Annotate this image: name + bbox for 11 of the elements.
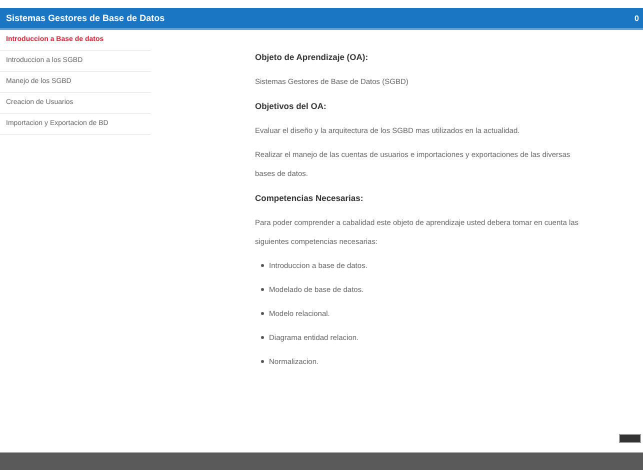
bullet-icon [261, 336, 264, 339]
bullet-icon [261, 288, 264, 291]
header-text: 0 [634, 14, 639, 22]
section-heading: Objetivos del OA: [255, 101, 328, 111]
bullet-icon [261, 312, 264, 315]
bullet-icon [261, 264, 264, 267]
bullet-icon [261, 360, 264, 363]
license-badge-icon [619, 434, 641, 443]
section-heading: Objeto de Aprendizaje (OA): [255, 52, 370, 62]
section-heading: Competencias Necesarias: [255, 193, 364, 203]
site-title: Sistemas Gestores de Base de Datos [6, 13, 165, 23]
